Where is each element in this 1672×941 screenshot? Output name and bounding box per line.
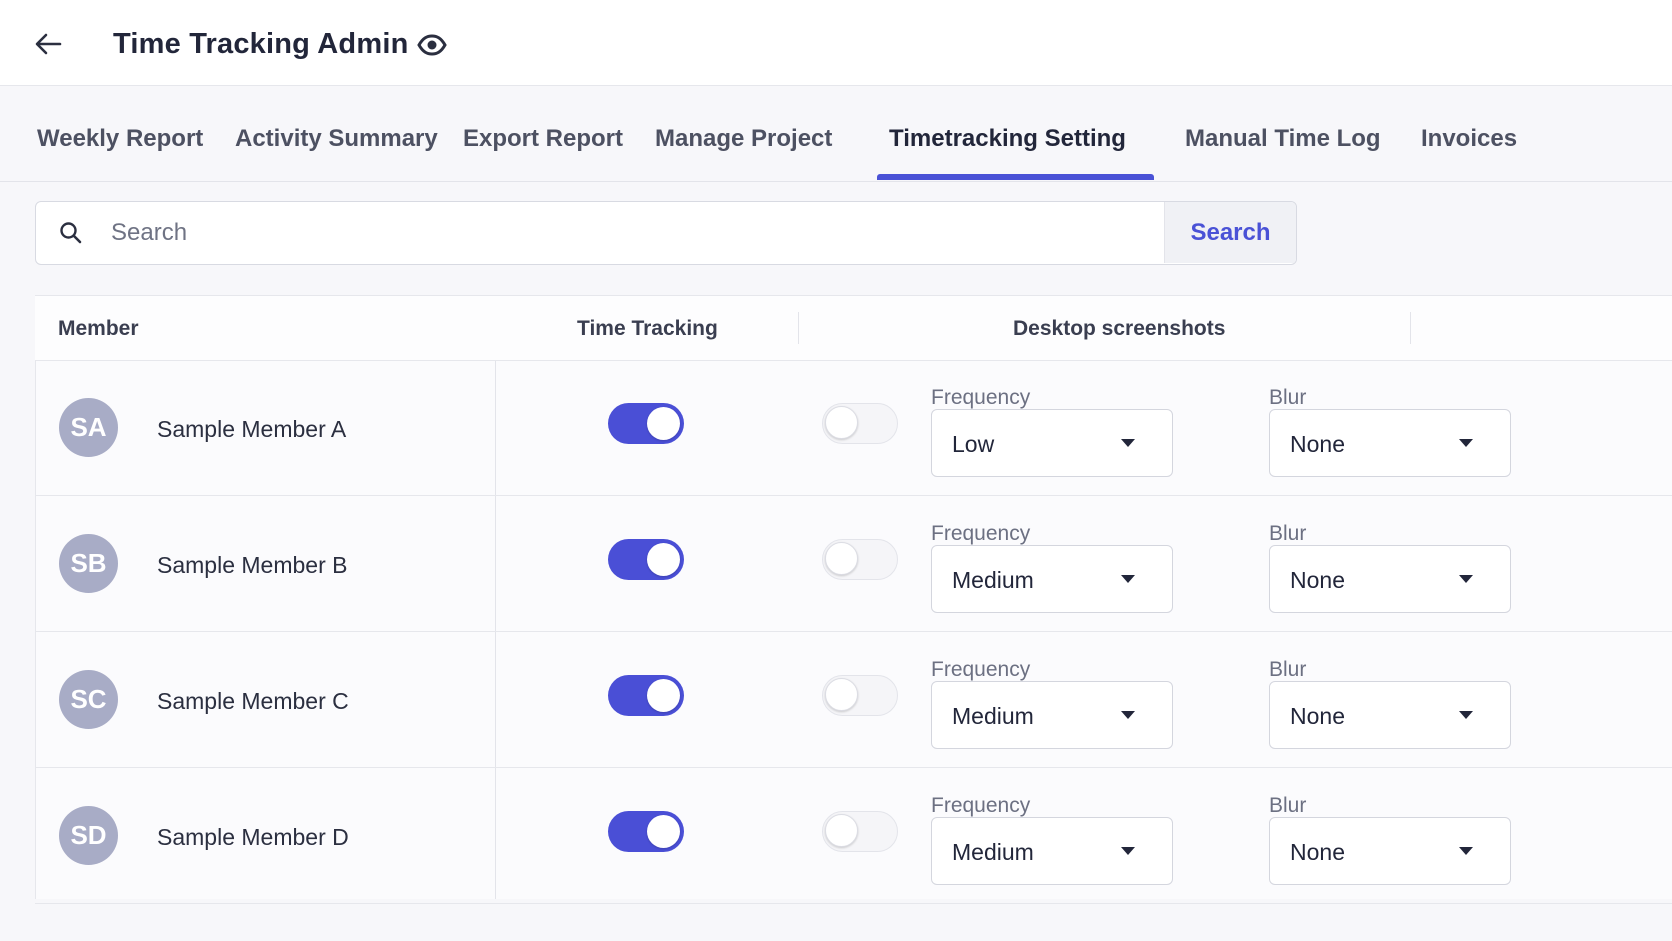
avatar: SD	[59, 806, 118, 865]
search-icon	[60, 222, 82, 244]
member-settings-table: Member Time Tracking Desktop screenshots…	[35, 295, 1672, 904]
time-tracking-toggle[interactable]	[608, 811, 684, 852]
blur-value: None	[1290, 703, 1345, 729]
caret-down-icon	[1459, 711, 1473, 719]
frequency-select[interactable]: Medium	[931, 545, 1173, 613]
tab-timetracking-setting[interactable]: Timetracking Setting	[889, 124, 1126, 154]
view-toggle-button[interactable]	[414, 28, 450, 62]
member-name: Sample Member D	[157, 824, 349, 850]
frequency-value: Medium	[952, 703, 1034, 729]
frequency-value: Medium	[952, 839, 1034, 865]
blur-value: None	[1290, 839, 1345, 865]
back-button[interactable]	[30, 26, 66, 62]
frequency-select[interactable]: Low	[931, 409, 1173, 477]
blur-select[interactable]: None	[1269, 545, 1511, 613]
tab-manage-project[interactable]: Manage Project	[655, 124, 832, 154]
toggle-knob	[647, 543, 680, 576]
screenshots-toggle[interactable]	[822, 539, 898, 580]
avatar: SB	[59, 534, 118, 593]
blur-value: None	[1290, 567, 1345, 593]
table-row: SB Sample Member B Frequency Medium Blur…	[35, 497, 1672, 632]
top-bar: Time Tracking Admin	[0, 0, 1672, 86]
tab-export-report[interactable]: Export Report	[463, 124, 623, 154]
time-tracking-toggle[interactable]	[608, 403, 684, 444]
screenshots-toggle[interactable]	[822, 811, 898, 852]
frequency-label: Frequency	[931, 386, 1031, 409]
toggle-knob	[647, 407, 680, 440]
active-tab-indicator	[877, 174, 1154, 180]
column-header-member: Member	[58, 317, 139, 340]
caret-down-icon	[1459, 847, 1473, 855]
table-row: SA Sample Member A Frequency Low Blur No…	[35, 361, 1672, 496]
avatar: SA	[59, 398, 118, 457]
blur-select[interactable]: None	[1269, 681, 1511, 749]
search-bar: Search	[35, 201, 1297, 265]
search-button[interactable]: Search	[1164, 202, 1296, 263]
frequency-value: Low	[952, 431, 995, 457]
caret-down-icon	[1459, 575, 1473, 583]
eye-icon	[417, 34, 447, 56]
toggle-knob	[825, 542, 858, 575]
blur-value: None	[1290, 431, 1345, 457]
blur-select[interactable]: None	[1269, 817, 1511, 885]
toggle-knob	[825, 814, 858, 847]
blur-label: Blur	[1269, 386, 1307, 409]
tab-bar: Weekly Report Activity Summary Export Re…	[0, 86, 1672, 182]
toggle-knob	[825, 678, 858, 711]
frequency-label: Frequency	[931, 522, 1031, 545]
column-header-time-tracking: Time Tracking	[577, 317, 718, 340]
tab-manual-time-log[interactable]: Manual Time Log	[1185, 124, 1381, 154]
blur-label: Blur	[1269, 658, 1307, 681]
caret-down-icon	[1121, 575, 1135, 583]
column-header-desktop-screenshots: Desktop screenshots	[1013, 317, 1226, 340]
tab-weekly-report[interactable]: Weekly Report	[37, 124, 203, 154]
column-divider	[798, 312, 799, 344]
frequency-value: Medium	[952, 567, 1034, 593]
column-divider	[1410, 312, 1411, 344]
toggle-knob	[825, 406, 858, 439]
blur-label: Blur	[1269, 522, 1307, 545]
screenshots-toggle[interactable]	[822, 403, 898, 444]
caret-down-icon	[1121, 847, 1135, 855]
avatar: SC	[59, 670, 118, 729]
caret-down-icon	[1121, 711, 1135, 719]
toggle-knob	[647, 679, 680, 712]
toggle-knob	[647, 815, 680, 848]
frequency-label: Frequency	[931, 658, 1031, 681]
frequency-label: Frequency	[931, 794, 1031, 817]
caret-down-icon	[1121, 439, 1135, 447]
member-name: Sample Member A	[157, 416, 347, 442]
caret-down-icon	[1459, 439, 1473, 447]
blur-select[interactable]: None	[1269, 409, 1511, 477]
tab-activity-summary[interactable]: Activity Summary	[235, 124, 438, 154]
screenshots-toggle[interactable]	[822, 675, 898, 716]
table-row: SD Sample Member D Frequency Medium Blur…	[35, 769, 1672, 904]
frequency-select[interactable]: Medium	[931, 817, 1173, 885]
time-tracking-toggle[interactable]	[608, 675, 684, 716]
frequency-select[interactable]: Medium	[931, 681, 1173, 749]
page-title: Time Tracking Admin	[113, 28, 409, 60]
table-header: Member Time Tracking Desktop screenshots	[35, 296, 1672, 361]
member-name: Sample Member B	[157, 552, 348, 578]
member-name: Sample Member C	[157, 688, 349, 714]
table-row: SC Sample Member C Frequency Medium Blur…	[35, 633, 1672, 768]
blur-label: Blur	[1269, 794, 1307, 817]
search-input[interactable]	[111, 202, 1201, 263]
arrow-left-icon	[35, 33, 62, 55]
tab-invoices[interactable]: Invoices	[1421, 124, 1517, 154]
time-tracking-toggle[interactable]	[608, 539, 684, 580]
